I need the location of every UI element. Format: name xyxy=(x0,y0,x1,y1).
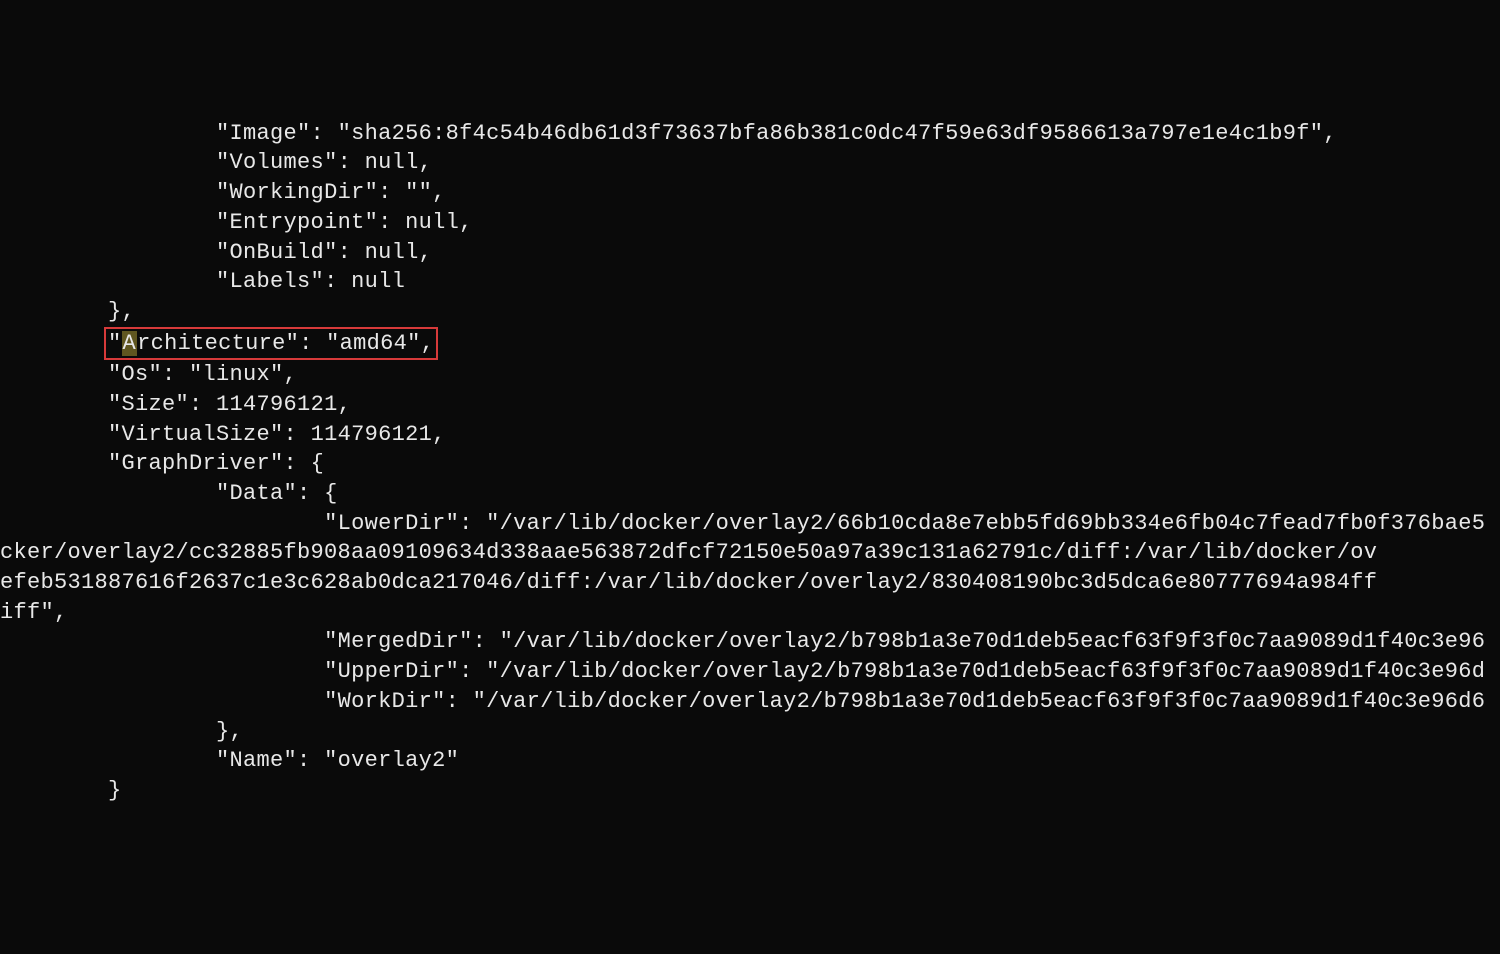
json-line: "Name": "overlay2" xyxy=(0,748,459,773)
json-line: "VirtualSize": 114796121, xyxy=(0,422,446,447)
json-line: "LowerDir": "/var/lib/docker/overlay2/66… xyxy=(0,511,1485,536)
json-line: iff", xyxy=(0,600,68,625)
json-line: }, xyxy=(0,299,135,324)
json-line: "MergedDir": "/var/lib/docker/overlay2/b… xyxy=(0,629,1485,654)
json-line: "GraphDriver": { xyxy=(0,451,324,476)
json-line: efeb531887616f2637c1e3c628ab0dca217046/d… xyxy=(0,570,1377,595)
json-line: "WorkingDir": "", xyxy=(0,180,446,205)
json-line: "OnBuild": null, xyxy=(0,240,432,265)
json-line: cker/overlay2/cc32885fb908aa09109634d338… xyxy=(0,540,1377,565)
json-line: "Volumes": null, xyxy=(0,150,432,175)
terminal-output[interactable]: "Image": "sha256:8f4c54b46db61d3f73637bf… xyxy=(0,119,1500,806)
highlight-box: "Architecture": "amd64", xyxy=(104,327,438,361)
json-line: }, xyxy=(0,719,243,744)
json-line: "Os": "linux", xyxy=(0,362,297,387)
json-line: "WorkDir": "/var/lib/docker/overlay2/b79… xyxy=(0,689,1485,714)
json-line: } xyxy=(0,778,122,803)
cursor-highlight: A xyxy=(122,331,138,356)
json-line: "Labels": null xyxy=(0,269,405,294)
json-line: "Entrypoint": null, xyxy=(0,210,473,235)
json-line-architecture: "Architecture": "amd64", xyxy=(0,331,438,356)
json-line: "UpperDir": "/var/lib/docker/overlay2/b7… xyxy=(0,659,1485,684)
json-line: "Image": "sha256:8f4c54b46db61d3f73637bf… xyxy=(0,121,1337,146)
json-line: "Size": 114796121, xyxy=(0,392,351,417)
json-line: "Data": { xyxy=(0,481,338,506)
